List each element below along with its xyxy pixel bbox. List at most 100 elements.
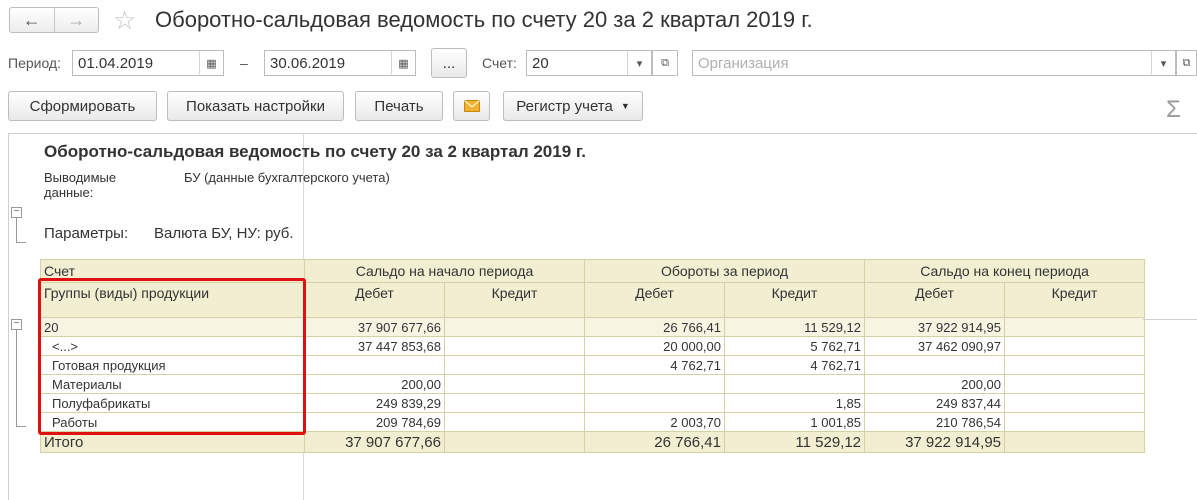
- back-icon[interactable]: ←: [10, 8, 54, 32]
- account-value[interactable]: 20: [527, 55, 627, 72]
- cell-turnover-credit: 1 001,85: [723, 412, 866, 432]
- calendar-icon[interactable]: ▦: [391, 51, 415, 75]
- cell-opening-credit: [444, 317, 585, 337]
- cell-opening-debit: 37 907 677,66: [304, 317, 445, 337]
- navigation-buttons: ← →: [9, 7, 99, 33]
- chevron-down-icon[interactable]: ▾: [1151, 51, 1175, 75]
- cell-opening-debit: 37 447 853,68: [304, 336, 445, 356]
- favorite-star-icon[interactable]: ☆: [113, 6, 136, 34]
- collapse-header-icon[interactable]: −: [11, 207, 22, 218]
- cell-turnover-credit: 1,85: [723, 393, 866, 413]
- divider-line: [1143, 319, 1197, 320]
- cell-turnover-credit: 11 529,12: [723, 317, 866, 337]
- output-label-line-2: данные:: [44, 185, 94, 200]
- email-button[interactable]: [453, 91, 490, 121]
- cell-turnover-debit: [584, 374, 725, 394]
- header-debit: Дебет: [864, 282, 1006, 318]
- cell-opening-credit: [444, 355, 585, 375]
- group-line: [16, 330, 17, 426]
- period-select-button[interactable]: ...: [431, 48, 467, 78]
- cell-opening-debit: 200,00: [304, 374, 445, 394]
- cell-closing-debit: 200,00: [864, 374, 1006, 394]
- collapse-group-icon[interactable]: −: [11, 319, 22, 330]
- cell-opening-debit: 209 784,69: [304, 412, 445, 432]
- date-separator: –: [240, 55, 248, 71]
- register-label: Регистр учета: [516, 97, 613, 115]
- account-field[interactable]: 20 ▾: [526, 50, 652, 76]
- cell-closing-credit: [1004, 374, 1146, 394]
- open-icon[interactable]: ⧉: [1177, 51, 1196, 75]
- cell-turnover-debit: 26 766,41: [584, 317, 725, 337]
- output-value: БУ (данные бухгалтерского учета): [184, 170, 390, 185]
- cell-closing-credit: [1004, 317, 1146, 337]
- cell-closing-credit: [1004, 412, 1146, 432]
- cell-closing-debit: [864, 355, 1006, 375]
- total-closing-credit: [1004, 431, 1146, 453]
- envelope-icon: [463, 100, 480, 112]
- cell-turnover-debit: 4 762,71: [584, 355, 725, 375]
- date-from-value[interactable]: 01.04.2019: [73, 55, 199, 72]
- cell-closing-debit: 249 837,44: [864, 393, 1006, 413]
- calendar-icon[interactable]: ▦: [199, 51, 223, 75]
- cell-turnover-debit: [584, 393, 725, 413]
- account-open-button[interactable]: ⧉: [652, 50, 678, 76]
- chevron-down-icon[interactable]: ▾: [627, 51, 651, 75]
- cell-opening-credit: [444, 336, 585, 356]
- cell-closing-credit: [1004, 393, 1146, 413]
- header-credit: Кредит: [444, 282, 585, 318]
- params-value: Валюта БУ, НУ: руб.: [154, 225, 294, 242]
- cell-closing-credit: [1004, 336, 1146, 356]
- generate-button[interactable]: Сформировать: [8, 91, 157, 121]
- open-icon[interactable]: ⧉: [653, 51, 677, 75]
- header-debit: Дебет: [304, 282, 445, 318]
- print-button[interactable]: Печать: [355, 91, 443, 121]
- header-closing-balance: Сальдо на конец периода: [864, 259, 1146, 283]
- organization-placeholder[interactable]: Организация: [693, 55, 1151, 72]
- params-label: Параметры:: [44, 225, 129, 242]
- total-opening-debit: 37 907 677,66: [304, 431, 445, 453]
- cell-closing-debit: 210 786,54: [864, 412, 1006, 432]
- cell-closing-credit: [1004, 355, 1146, 375]
- report-title: Оборотно-сальдовая ведомость по счету 20…: [44, 142, 586, 161]
- group-line: [16, 242, 26, 243]
- date-from-field[interactable]: 01.04.2019 ▦: [72, 50, 224, 76]
- output-label: Выводимые данные:: [44, 170, 116, 200]
- sigma-icon[interactable]: Σ: [1166, 96, 1181, 124]
- group-line: [16, 426, 26, 427]
- cell-turnover-debit: 20 000,00: [584, 336, 725, 356]
- date-to-field[interactable]: 30.06.2019 ▦: [264, 50, 416, 76]
- cell-turnover-credit: [723, 374, 866, 394]
- total-opening-credit: [444, 431, 585, 453]
- cell-closing-debit: 37 922 914,95: [864, 317, 1006, 337]
- header-turnover: Обороты за период: [583, 259, 866, 283]
- total-turnover-credit: 11 529,12: [723, 431, 866, 453]
- organization-open-button[interactable]: ⧉: [1176, 50, 1197, 76]
- cell-opening-debit: [304, 355, 445, 375]
- account-label: Счет:: [482, 55, 517, 71]
- accounting-register-button[interactable]: Регистр учета ▼: [503, 91, 643, 121]
- header-credit: Кредит: [1004, 282, 1146, 318]
- header-opening-balance: Сальдо на начало периода: [304, 259, 585, 283]
- cell-opening-credit: [444, 393, 585, 413]
- cell-opening-credit: [444, 412, 585, 432]
- cell-closing-debit: 37 462 090,97: [864, 336, 1006, 356]
- cell-turnover-credit: 4 762,71: [723, 355, 866, 375]
- header-credit: Кредит: [723, 282, 866, 318]
- cell-turnover-debit: 2 003,70: [584, 412, 725, 432]
- cell-turnover-credit: 5 762,71: [723, 336, 866, 356]
- total-closing-debit: 37 922 914,95: [864, 431, 1006, 453]
- window-title: Оборотно-сальдовая ведомость по счету 20…: [155, 7, 813, 32]
- date-to-value[interactable]: 30.06.2019: [265, 55, 391, 72]
- period-label: Период:: [8, 55, 61, 71]
- cell-opening-debit: 249 839,29: [304, 393, 445, 413]
- group-line: [16, 218, 17, 242]
- cell-opening-credit: [444, 374, 585, 394]
- header-debit: Дебет: [584, 282, 725, 318]
- show-settings-button[interactable]: Показать настройки: [167, 91, 344, 121]
- organization-field[interactable]: Организация ▾: [692, 50, 1176, 76]
- total-turnover-debit: 26 766,41: [584, 431, 725, 453]
- caret-down-icon: ▼: [620, 101, 630, 111]
- forward-icon[interactable]: →: [53, 8, 99, 32]
- highlight-box: [38, 278, 306, 435]
- output-label-line-1: Выводимые: [44, 170, 117, 185]
